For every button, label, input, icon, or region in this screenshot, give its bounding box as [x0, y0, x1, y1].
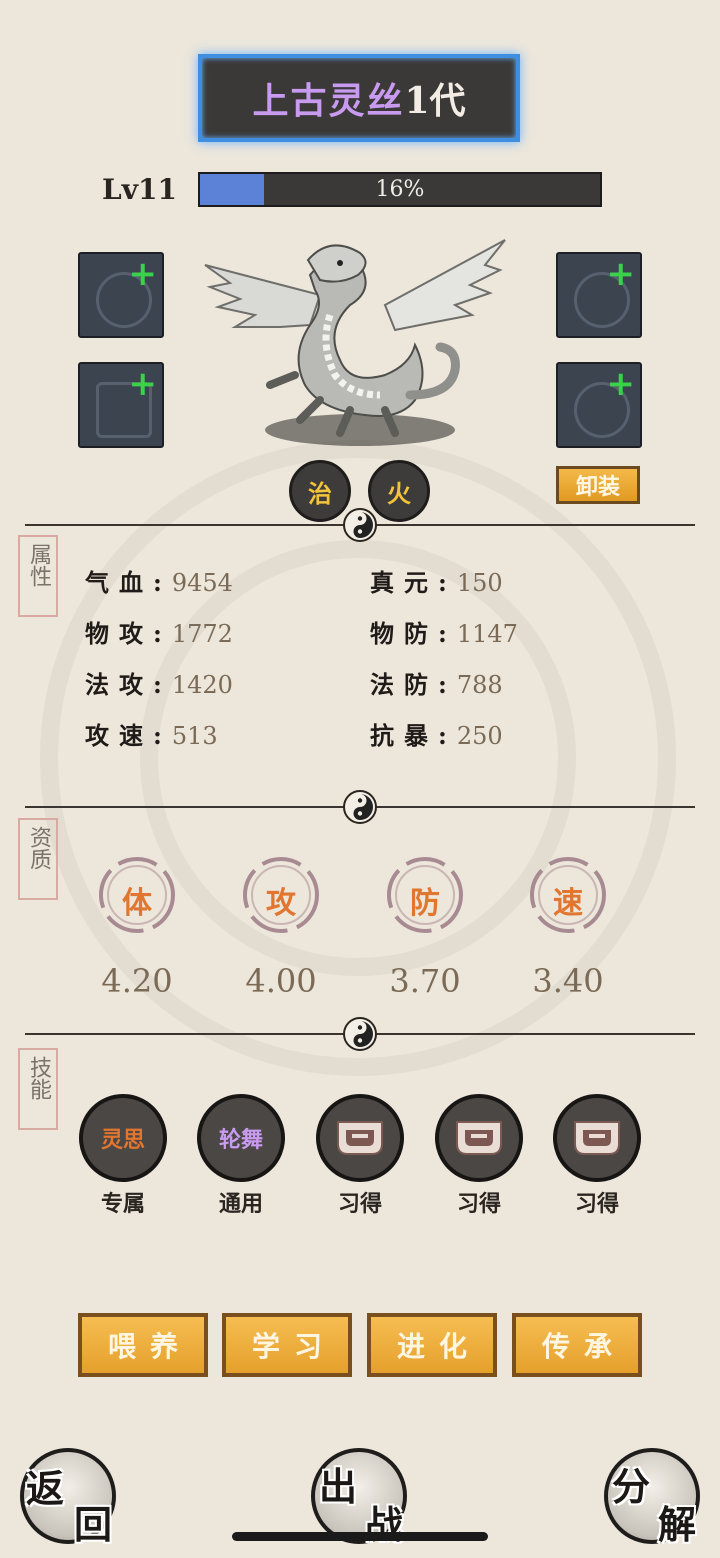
skill-slot-exclusive[interactable]: 灵思: [79, 1094, 167, 1182]
section-label-aptitude: 资质: [18, 818, 58, 900]
section-label-text: 技能: [26, 1056, 51, 1100]
add-icon: +: [128, 254, 158, 294]
stat-label: 真元:: [370, 568, 457, 597]
locked-slot-icon: [456, 1121, 502, 1155]
stat-mag-atk: 法攻:1420: [85, 665, 233, 700]
stat-phys-def: 物防:1147: [370, 614, 518, 649]
skill-type-label: 通用: [218, 1191, 263, 1217]
equip-slot-claw[interactable]: +: [78, 252, 164, 338]
skill-name: 轮舞: [218, 1127, 263, 1153]
decompose-label-2: 解: [658, 1502, 697, 1547]
decompose-button[interactable]: 分 解: [604, 1448, 700, 1547]
inherit-button[interactable]: 传承: [512, 1313, 642, 1377]
back-label-2: 回: [74, 1502, 113, 1547]
stat-value: 250: [456, 722, 503, 750]
deploy-button[interactable]: 出 战: [311, 1448, 407, 1547]
locked-slot-icon: [574, 1121, 620, 1155]
stat-mp: 真元:150: [370, 563, 503, 598]
stat-value: 150: [456, 569, 503, 597]
stat-mag-def: 法防:788: [370, 665, 503, 700]
stat-label: 法攻:: [85, 670, 172, 699]
back-label-1: 返: [26, 1466, 65, 1511]
stat-value: 513: [171, 722, 218, 750]
home-indicator: [232, 1532, 488, 1541]
stat-label: 物防:: [370, 619, 457, 648]
skill-slot-common[interactable]: 轮舞: [197, 1094, 285, 1182]
unequip-button[interactable]: 卸装: [556, 466, 640, 504]
aptitude-defense: 防: [410, 886, 440, 921]
stat-label: 抗暴:: [370, 721, 457, 750]
aptitude-attack: 攻: [266, 886, 296, 921]
stat-value: 9454: [171, 569, 233, 597]
aptitude-speed-value: 3.40: [532, 962, 604, 1000]
back-button[interactable]: 返 回: [20, 1448, 116, 1547]
section-divider: [25, 508, 695, 542]
pet-name: 上古灵丝: [252, 80, 405, 122]
stat-value: 1147: [456, 620, 518, 648]
stat-label: 物攻:: [85, 619, 172, 648]
skill-slot-learned[interactable]: [316, 1094, 404, 1182]
section-divider: [25, 790, 695, 824]
stat-phys-atk: 物攻:1772: [85, 614, 233, 649]
yin-yang-icon: [343, 508, 377, 542]
equip-slot-orb[interactable]: +: [556, 252, 642, 338]
yin-yang-icon: [343, 790, 377, 824]
pet-generation: 1代: [404, 80, 466, 122]
skill-type-label: 习得: [456, 1191, 501, 1217]
evolve-button[interactable]: 进化: [367, 1313, 497, 1377]
pet-name-banner: 上古灵丝 1代: [198, 54, 520, 142]
deploy-label-1: 出: [319, 1464, 358, 1509]
stat-label: 攻速:: [85, 721, 172, 750]
aptitude-attack-value: 4.00: [245, 962, 317, 1000]
learn-button[interactable]: 学习: [222, 1313, 352, 1377]
stat-hp: 气血:9454: [85, 563, 233, 598]
feed-button[interactable]: 喂养: [78, 1313, 208, 1377]
element-badge-heal: 治: [289, 460, 351, 522]
add-icon: +: [128, 364, 158, 404]
locked-slot-icon: [337, 1121, 383, 1155]
aptitude-constitution: 体: [122, 886, 152, 921]
skill-slot-learned[interactable]: [435, 1094, 523, 1182]
exp-percent: 16%: [375, 177, 425, 202]
background-pattern: [140, 540, 576, 976]
stat-value: 1420: [171, 671, 233, 699]
section-label-attributes: 属性: [18, 535, 58, 617]
aptitude-speed: 速: [553, 886, 583, 921]
add-icon: +: [606, 254, 636, 294]
aptitude-defense-value: 3.70: [389, 962, 461, 1000]
pet-level: Lv11: [102, 173, 177, 206]
skill-name: 灵思: [100, 1127, 145, 1153]
yin-yang-icon: [343, 1017, 377, 1051]
exp-bar: 16%: [198, 172, 602, 207]
skill-type-label: 习得: [574, 1191, 619, 1217]
stat-crit-resist: 抗暴:250: [370, 716, 503, 751]
stat-value: 788: [456, 671, 503, 699]
stat-label: 气血:: [85, 568, 172, 597]
skill-type-label: 习得: [337, 1191, 382, 1217]
stat-atk-speed: 攻速:513: [85, 716, 218, 751]
equip-slot-collar[interactable]: +: [556, 362, 642, 448]
equip-slot-armor[interactable]: +: [78, 362, 164, 448]
aptitude-constitution-value: 4.20: [101, 962, 173, 1000]
section-label-text: 资质: [26, 826, 51, 870]
element-badge-fire: 火: [368, 460, 430, 522]
add-icon: +: [606, 364, 636, 404]
section-label-text: 属性: [26, 543, 51, 587]
section-label-skills: 技能: [18, 1048, 58, 1130]
decompose-label-1: 分: [612, 1464, 651, 1509]
skill-slot-learned[interactable]: [553, 1094, 641, 1182]
stat-value: 1772: [171, 620, 233, 648]
section-divider: [25, 1017, 695, 1051]
stat-label: 法防:: [370, 670, 457, 699]
skill-type-label: 专属: [100, 1191, 145, 1217]
pet-portrait: [204, 239, 506, 446]
